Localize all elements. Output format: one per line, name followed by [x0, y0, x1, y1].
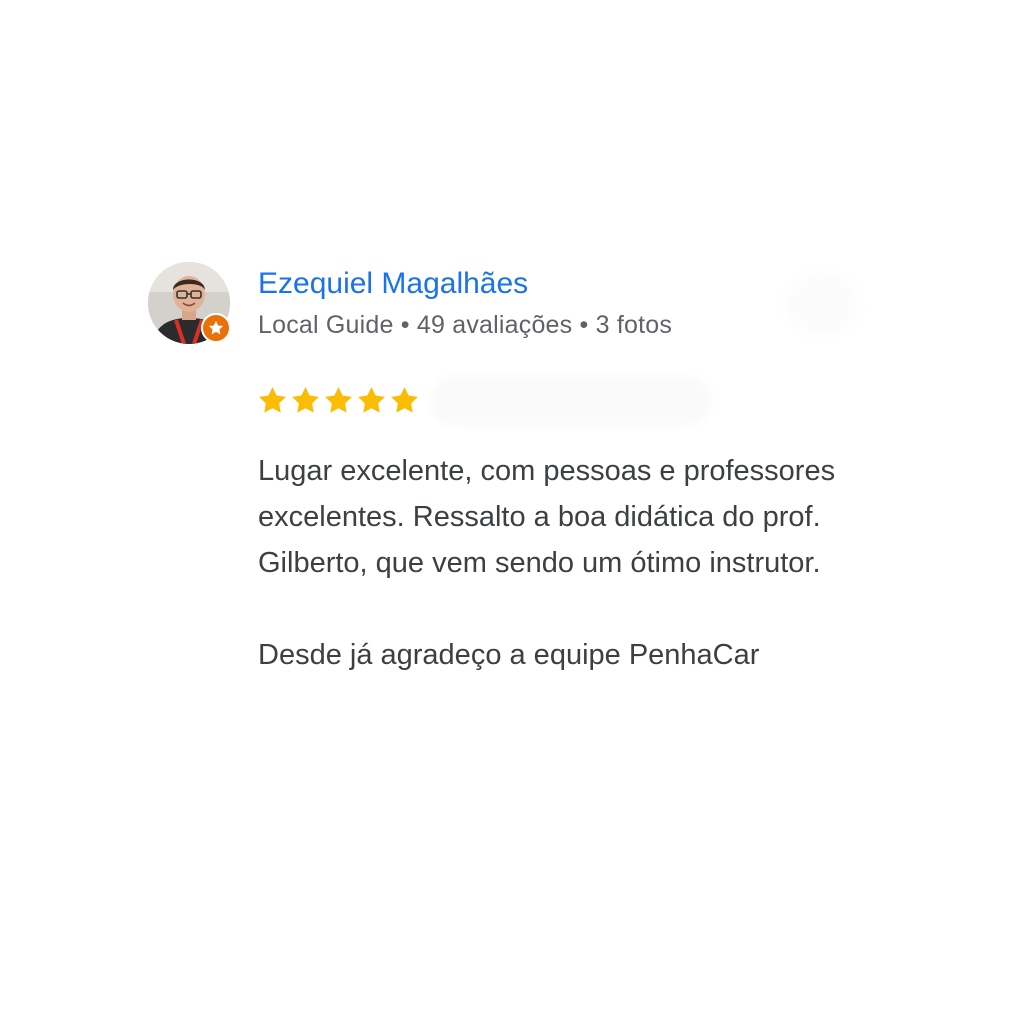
reviewer-name[interactable]: Ezequiel Magalhães [258, 267, 528, 301]
local-guide-star-icon [201, 313, 231, 343]
star-icon [357, 386, 386, 414]
review-paragraph: Desde já agradeço a equipe PenhaCar [258, 639, 760, 671]
reviewer-meta: Local Guide • 49 avaliações • 3 fotos [258, 311, 673, 339]
more-options-button[interactable] [786, 274, 858, 334]
star-icon [390, 386, 419, 414]
star-icon [324, 386, 353, 414]
review-date-placeholder [430, 376, 712, 426]
review-card: Ezequiel Magalhães Local Guide • 49 aval… [148, 262, 888, 742]
star-rating [258, 386, 419, 414]
star-icon [258, 386, 287, 414]
review-text: Lugar excelente, com pessoas e professor… [258, 448, 878, 678]
review-paragraph: Lugar excelente, com pessoas e professor… [258, 455, 836, 579]
star-icon [291, 386, 320, 414]
